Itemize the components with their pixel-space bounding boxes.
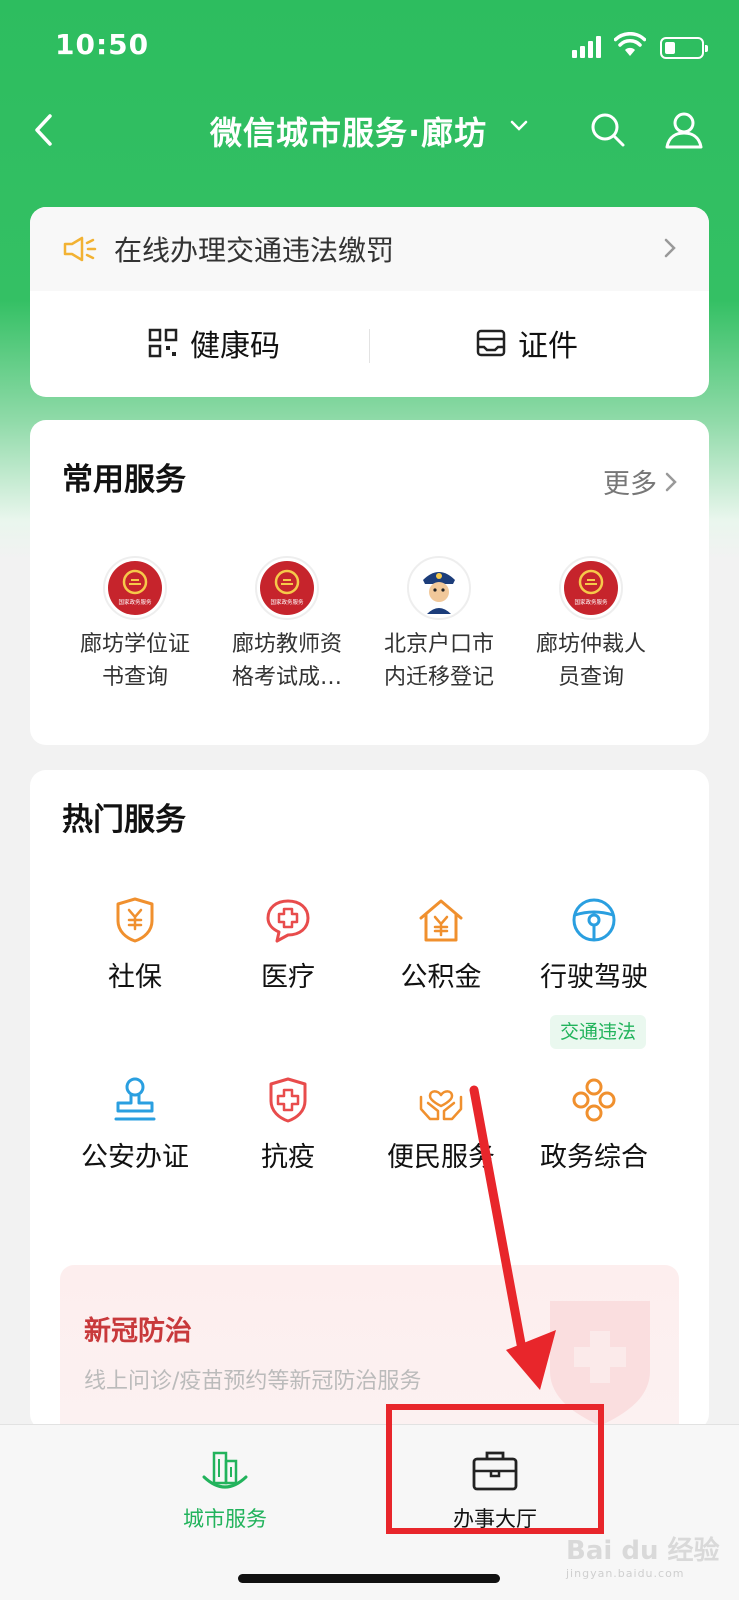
watermark-url: jingyan.baidu.com — [566, 1567, 685, 1580]
annotation-arrow — [469, 1085, 556, 1390]
annotation-highlight-box — [386, 1404, 604, 1534]
watermark: Bai du 经验 jingyan.baidu.com — [566, 1530, 720, 1580]
watermark-brand: Bai du 经验 — [566, 1536, 720, 1566]
